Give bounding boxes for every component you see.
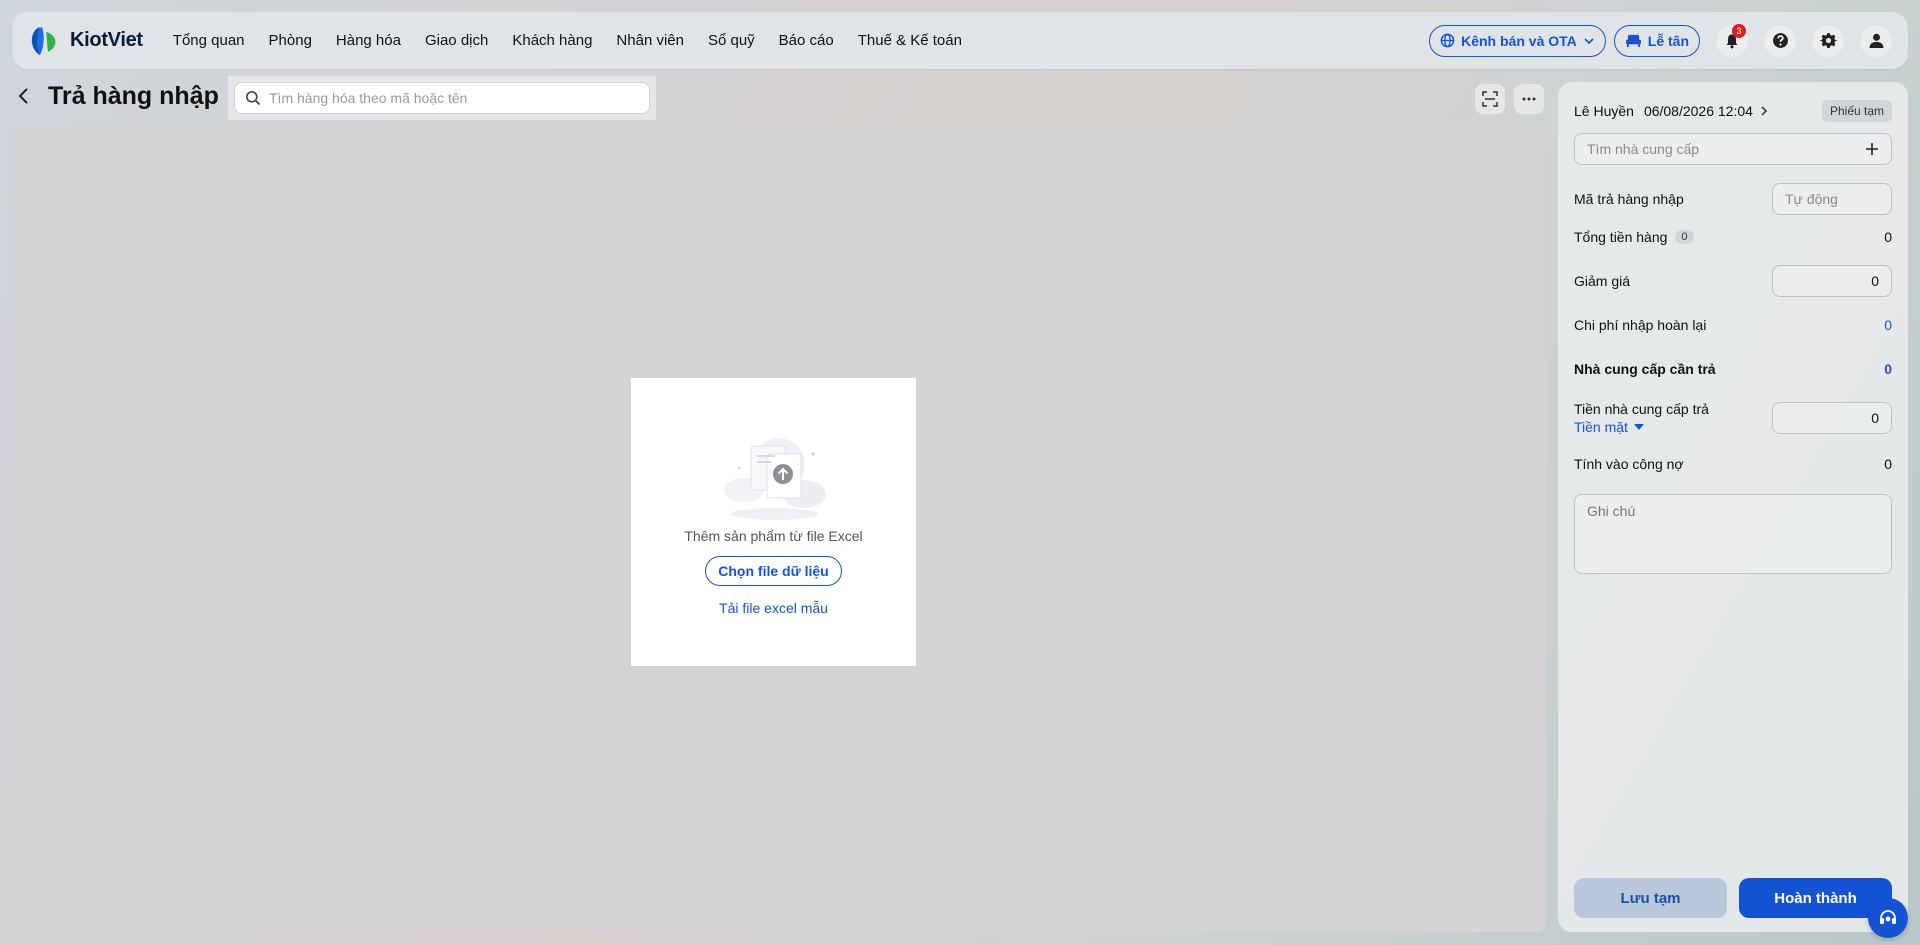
nav-item-customers[interactable]: Khách hàng xyxy=(512,32,592,49)
more-horizontal-icon xyxy=(1522,97,1536,101)
help-icon xyxy=(1772,33,1788,48)
nav-item-staff[interactable]: Nhân viên xyxy=(616,32,684,49)
status-badge: Phiếu tạm xyxy=(1821,100,1892,122)
nav-item-transactions[interactable]: Giao dịch xyxy=(425,32,488,49)
return-code-field xyxy=(1772,183,1892,215)
payment-method-label: Tiền mặt xyxy=(1574,419,1628,435)
headset-icon xyxy=(1880,910,1896,924)
gear-icon xyxy=(1819,33,1837,48)
help-button[interactable] xyxy=(1764,24,1796,57)
account-button[interactable] xyxy=(1860,24,1892,57)
reception-label: Lễ tân xyxy=(1647,32,1689,49)
supplier-search-input[interactable] xyxy=(1587,141,1865,157)
debt-label: Tính vào công nợ xyxy=(1574,456,1684,472)
supplier-paid-label: Tiền nhà cung cấp trả xyxy=(1574,401,1709,417)
nav-item-rooms[interactable]: Phòng xyxy=(269,32,312,49)
notification-count-badge: 3 xyxy=(1732,23,1746,38)
total-label: Tổng tiền hàng xyxy=(1574,229,1668,245)
caret-down-icon xyxy=(1633,424,1644,430)
discount-label: Giảm giá xyxy=(1574,273,1631,289)
refund-cost-value[interactable]: 0 xyxy=(1884,317,1892,333)
supplier-due-row: Nhà cung cấp cần trả 0 xyxy=(1574,361,1892,377)
supplier-due-label: Nhà cung cấp cần trả xyxy=(1574,361,1716,377)
discount-value: 0 xyxy=(1871,273,1879,289)
debt-row: Tính vào công nợ 0 xyxy=(1574,456,1892,472)
user-icon xyxy=(1869,33,1883,48)
total-row: Tổng tiền hàng 0 0 xyxy=(1574,229,1892,245)
scan-icon xyxy=(1482,91,1498,107)
brand-name: KiotViet xyxy=(70,29,143,51)
debt-value: 0 xyxy=(1884,456,1892,472)
supplier-paid-row: Tiền nhà cung cấp trả Tiền mặt 0 xyxy=(1574,401,1892,435)
return-code-row: Mã trả hàng nhập xyxy=(1574,183,1892,215)
choose-file-button[interactable]: Chọn file dữ liệu xyxy=(705,556,842,586)
supplier-paid-labels: Tiền nhà cung cấp trả Tiền mặt xyxy=(1574,401,1709,435)
settings-button[interactable] xyxy=(1812,24,1844,57)
header-actions: Kênh bán và OTA Lễ tân 3 xyxy=(1429,23,1892,57)
refund-cost-row: Chi phí nhập hoàn lại 0 xyxy=(1574,317,1892,333)
return-summary-panel: Lê Huyền 06/08/2026 12:04 Phiếu tạm Mã t… xyxy=(1558,82,1908,932)
support-chat-button[interactable] xyxy=(1868,898,1908,938)
supplier-search-box xyxy=(1574,133,1892,165)
return-meta-row: Lê Huyền 06/08/2026 12:04 Phiếu tạm xyxy=(1574,100,1892,122)
refund-cost-label: Chi phí nhập hoàn lại xyxy=(1574,317,1707,333)
chevron-down-icon xyxy=(1584,37,1594,44)
download-template-link[interactable]: Tải file excel mẫu xyxy=(719,600,828,616)
cloud-upload-illustration-icon xyxy=(723,438,826,520)
total-value: 0 xyxy=(1884,229,1892,245)
sales-channel-button[interactable]: Kênh bán và OTA xyxy=(1429,24,1606,57)
excel-upload-text: Thêm sản phẩm từ file Excel xyxy=(684,528,863,544)
nav-item-products[interactable]: Hàng hóa xyxy=(336,32,401,49)
nav-item-tax-accounting[interactable]: Thuế & Kế toán xyxy=(858,32,962,49)
main-nav: Tổng quan Phòng Hàng hóa Giao dịch Khách… xyxy=(173,32,962,49)
note-textarea[interactable] xyxy=(1574,494,1892,574)
excel-upload-card: Thêm sản phẩm từ file Excel Chọn file dữ… xyxy=(631,378,916,666)
total-count-badge: 0 xyxy=(1675,230,1694,244)
product-search-box xyxy=(234,82,650,114)
return-datetime[interactable]: 06/08/2026 12:04 xyxy=(1644,103,1753,119)
reception-button[interactable]: Lễ tân xyxy=(1613,24,1700,57)
nav-item-cashbook[interactable]: Sổ quỹ xyxy=(708,32,755,49)
product-search-container xyxy=(228,76,656,120)
more-options-button[interactable] xyxy=(1514,84,1544,114)
sales-channel-label: Kênh bán và OTA xyxy=(1461,32,1577,49)
return-code-input[interactable] xyxy=(1785,191,1879,207)
barcode-scan-button[interactable] xyxy=(1475,84,1505,114)
staff-name[interactable]: Lê Huyền xyxy=(1574,103,1634,119)
notifications-button[interactable]: 3 xyxy=(1716,23,1748,57)
page-title: Trả hàng nhập xyxy=(48,82,219,110)
save-draft-button[interactable]: Lưu tạm xyxy=(1574,878,1727,918)
supplier-paid-value: 0 xyxy=(1871,410,1879,426)
chevron-right-icon[interactable] xyxy=(1759,105,1769,117)
search-icon xyxy=(246,91,261,106)
nav-item-reports[interactable]: Báo cáo xyxy=(779,32,834,49)
brand-logo[interactable]: KiotViet xyxy=(28,24,143,58)
kiotviet-logo-icon xyxy=(31,26,56,55)
globe-icon xyxy=(1440,33,1455,48)
top-navbar: KiotViet Tổng quan Phòng Hàng hóa Giao d… xyxy=(12,12,1908,69)
discount-field[interactable]: 0 xyxy=(1772,265,1892,297)
supplier-paid-field[interactable]: 0 xyxy=(1772,402,1892,434)
bed-icon xyxy=(1625,34,1641,48)
add-supplier-icon[interactable] xyxy=(1865,142,1879,156)
supplier-due-value[interactable]: 0 xyxy=(1884,361,1892,377)
return-code-label: Mã trả hàng nhập xyxy=(1574,191,1684,207)
discount-row: Giảm giá 0 xyxy=(1574,265,1892,297)
nav-item-overview[interactable]: Tổng quan xyxy=(173,32,245,49)
product-search-input[interactable] xyxy=(269,90,639,106)
back-arrow-icon[interactable] xyxy=(14,85,34,107)
payment-method-select[interactable]: Tiền mặt xyxy=(1574,419,1709,435)
